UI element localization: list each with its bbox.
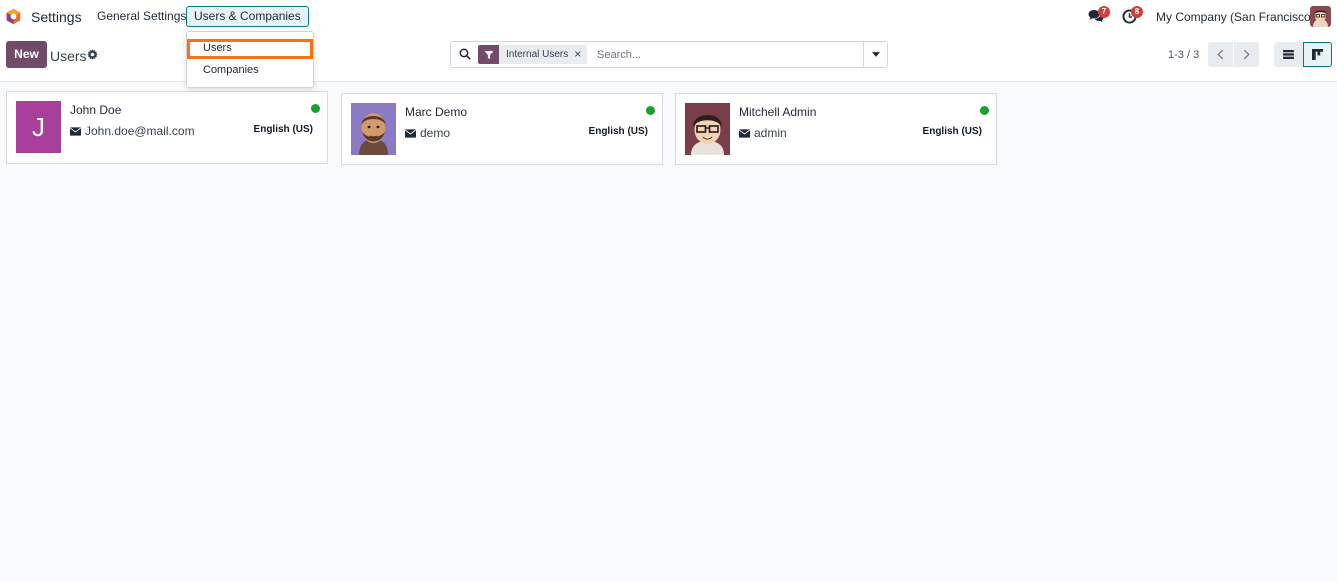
online-status-indicator — [646, 106, 655, 115]
dropdown-item-users[interactable]: Users — [187, 39, 313, 59]
user-login-text: admin — [754, 126, 787, 140]
list-view-icon — [1283, 50, 1294, 59]
caret-down-icon — [871, 52, 880, 57]
app-name[interactable]: Settings — [31, 9, 82, 25]
user-login: John.doe@mail.com — [70, 124, 195, 138]
user-card[interactable]: Marc Demo demo English (US) — [341, 93, 663, 165]
chevron-left-icon — [1217, 49, 1224, 60]
facet-remove-icon[interactable]: × — [574, 45, 587, 64]
user-language: English (US) — [588, 126, 648, 137]
page-title: Users — [50, 48, 87, 64]
user-card[interactable]: J John Doe John.doe@mail.com English (US… — [6, 91, 328, 164]
menu-users-companies[interactable]: Users & Companies — [186, 6, 309, 27]
kanban-view-button[interactable] — [1303, 42, 1332, 67]
search-icon[interactable] — [459, 48, 471, 60]
envelope-icon — [70, 126, 81, 136]
user-name: John Doe — [70, 103, 122, 117]
menu-general-settings[interactable]: General Settings — [89, 6, 194, 27]
chevron-right-icon — [1243, 49, 1250, 60]
activity-count-badge: 8 — [1131, 6, 1143, 18]
online-status-indicator — [311, 104, 320, 113]
online-status-indicator — [980, 106, 989, 115]
search-bar: Internal Users × — [450, 41, 888, 68]
pager-previous-button[interactable] — [1208, 42, 1233, 67]
user-login-text: demo — [420, 126, 451, 140]
company-switcher[interactable]: My Company (San Francisco) — [1156, 10, 1315, 24]
search-facet: Internal Users × — [478, 45, 588, 64]
user-login-text: John.doe@mail.com — [85, 124, 195, 138]
kanban-view-icon — [1312, 49, 1323, 60]
user-avatar-image — [685, 103, 730, 155]
filter-icon — [478, 45, 499, 64]
user-avatar-letter: J — [16, 101, 61, 153]
new-button[interactable]: New — [6, 41, 47, 68]
top-navbar: Settings General Settings Users & Compan… — [0, 0, 1337, 33]
envelope-icon — [739, 128, 750, 138]
dropdown-item-companies[interactable]: Companies — [187, 60, 313, 80]
envelope-icon — [405, 128, 416, 138]
user-login: demo — [405, 126, 450, 140]
users-companies-dropdown: Users Companies — [186, 31, 314, 88]
user-login: admin — [739, 126, 787, 140]
pager-value[interactable]: 1-3 / 3 — [1168, 49, 1199, 61]
user-avatar[interactable] — [1310, 6, 1331, 27]
user-name: Marc Demo — [405, 105, 468, 119]
gear-icon[interactable] — [87, 49, 98, 60]
search-options-toggle[interactable] — [863, 42, 887, 67]
pager-next-button[interactable] — [1234, 42, 1259, 67]
user-language: English (US) — [253, 124, 313, 135]
chat-count-badge: 7 — [1098, 6, 1110, 18]
odoo-logo-icon[interactable] — [5, 8, 22, 25]
search-input[interactable] — [597, 45, 857, 64]
user-language: English (US) — [922, 126, 982, 137]
user-avatar-image — [351, 103, 396, 155]
facet-label: Internal Users — [506, 49, 569, 60]
user-name: Mitchell Admin — [739, 105, 817, 119]
list-view-button[interactable] — [1274, 42, 1303, 67]
user-card[interactable]: Mitchell Admin admin English (US) — [675, 93, 997, 165]
